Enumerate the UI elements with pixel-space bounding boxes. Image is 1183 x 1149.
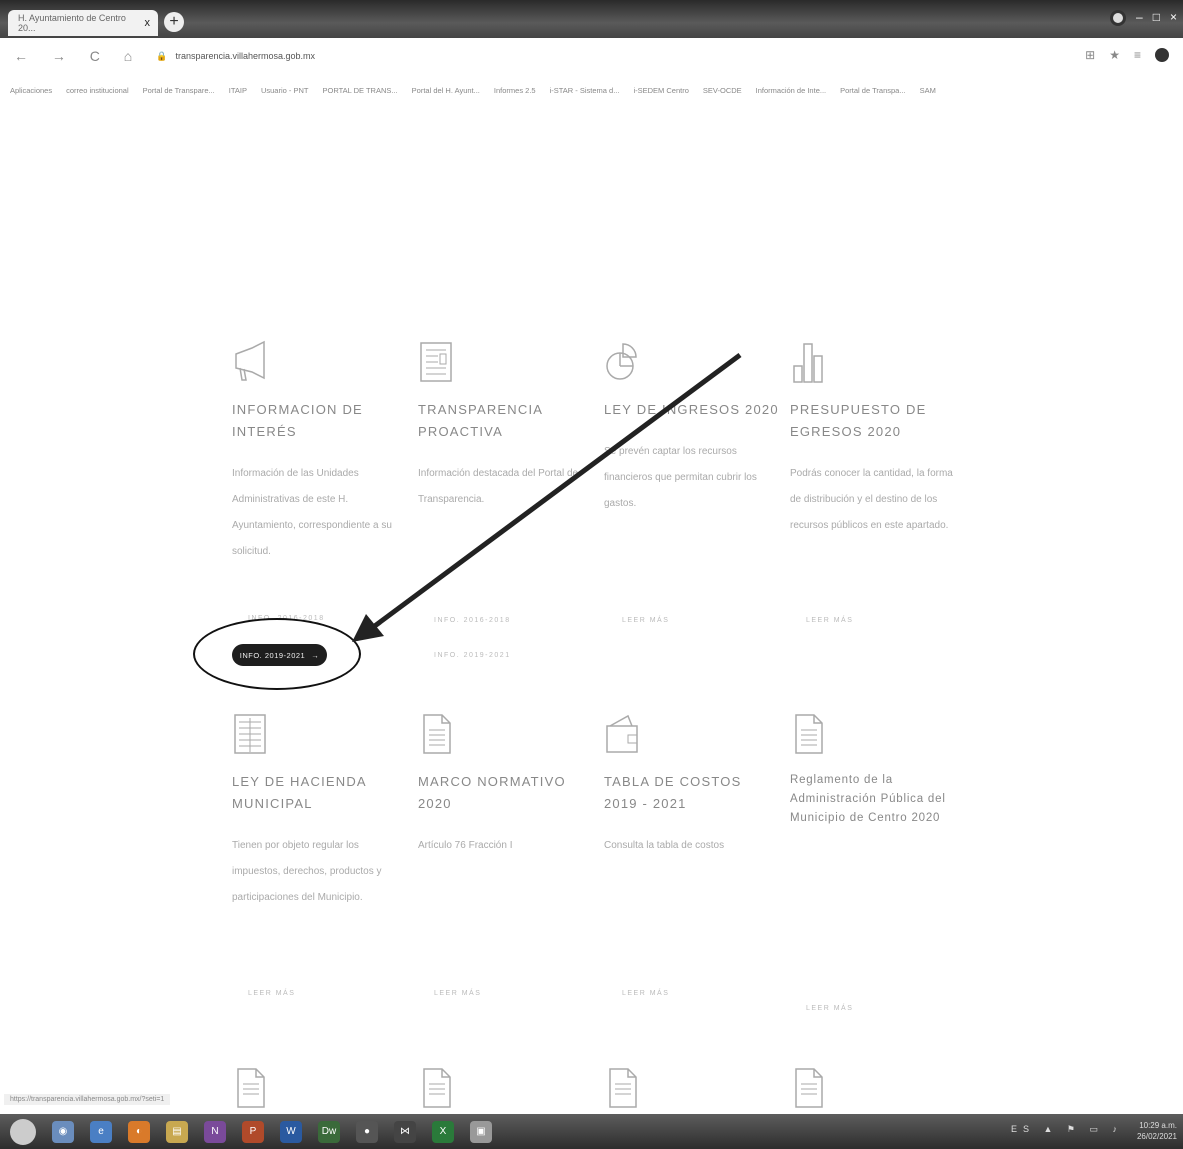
windows-taskbar: ◉ e ◐ ▤ N P W Dw ● ⋈ X ▣ ES ▲ ⚑ ▭ ♪ 10:2… (0, 1114, 1183, 1149)
start-button[interactable] (10, 1118, 36, 1145)
card-desc: Consulta la tabla de costos (604, 840, 725, 851)
document-icon (609, 1068, 637, 1108)
document-icon (234, 714, 266, 754)
chrome-icon[interactable]: ◉ (52, 1120, 74, 1143)
annotation-arrow (352, 352, 742, 642)
document-icon (795, 714, 823, 754)
clock-date: 26/02/2021 (1136, 1132, 1177, 1141)
media-icon[interactable]: ● (356, 1120, 378, 1143)
visual-studio-icon[interactable]: ⋈ (394, 1120, 416, 1143)
card-tabla-costos: TABLA DE COSTOS 2019 - 2021 Consulta la … (604, 712, 779, 859)
folder-icon[interactable]: ▤ (166, 1120, 188, 1143)
clock-time: 10:29 a.m. (1139, 1121, 1177, 1130)
onenote-icon[interactable]: N (204, 1120, 226, 1143)
card-title: LEY DE HACIENDA MUNICIPAL (232, 774, 367, 811)
window-icon[interactable]: ▣ (470, 1120, 492, 1143)
card-reglamento: Reglamento de la Administración Pública … (790, 712, 965, 828)
document-icon (237, 1068, 265, 1108)
leer-mas-link[interactable]: LEER MÁS (806, 1005, 853, 1012)
powerpoint-icon[interactable]: P (242, 1120, 264, 1143)
document-icon (423, 1068, 451, 1108)
card-ley-hacienda: LEY DE HACIENDA MUNICIPAL Tienen por obj… (232, 712, 407, 911)
card-title: MARCO NORMATIVO 2020 (418, 774, 566, 811)
document-icon (423, 714, 451, 754)
wallet-icon (606, 714, 638, 753)
card-title: TABLA DE COSTOS 2019 - 2021 (604, 774, 742, 811)
clock[interactable]: 10:29 a.m. 26/02/2021 (1137, 1120, 1177, 1142)
document-icon (795, 1068, 823, 1108)
card-marco-normativo: MARCO NORMATIVO 2020 Artículo 76 Fracció… (418, 712, 593, 859)
leer-mas-link[interactable]: LEER MÁS (434, 990, 481, 997)
language-label[interactable]: ES (1011, 1124, 1035, 1134)
excel-icon[interactable]: X (432, 1120, 454, 1143)
ie-icon[interactable]: e (90, 1120, 112, 1143)
status-bar-url: https://transparencia.villahermosa.gob.m… (4, 1094, 171, 1105)
tray-icons: ES ▲ ⚑ ▭ ♪ (1011, 1124, 1123, 1134)
firefox-icon[interactable]: ◐ (128, 1120, 150, 1143)
card-desc: Artículo 76 Fracción I (418, 840, 513, 851)
card-desc: Tienen por objeto regular los impuestos,… (232, 840, 382, 903)
leer-mas-link[interactable]: LEER MÁS (248, 990, 295, 997)
word-icon[interactable]: W (280, 1120, 302, 1143)
card-title: Reglamento de la Administración Pública … (790, 774, 946, 824)
leer-mas-link[interactable]: LEER MÁS (622, 990, 669, 997)
dreamweaver-icon[interactable]: Dw (318, 1120, 340, 1143)
